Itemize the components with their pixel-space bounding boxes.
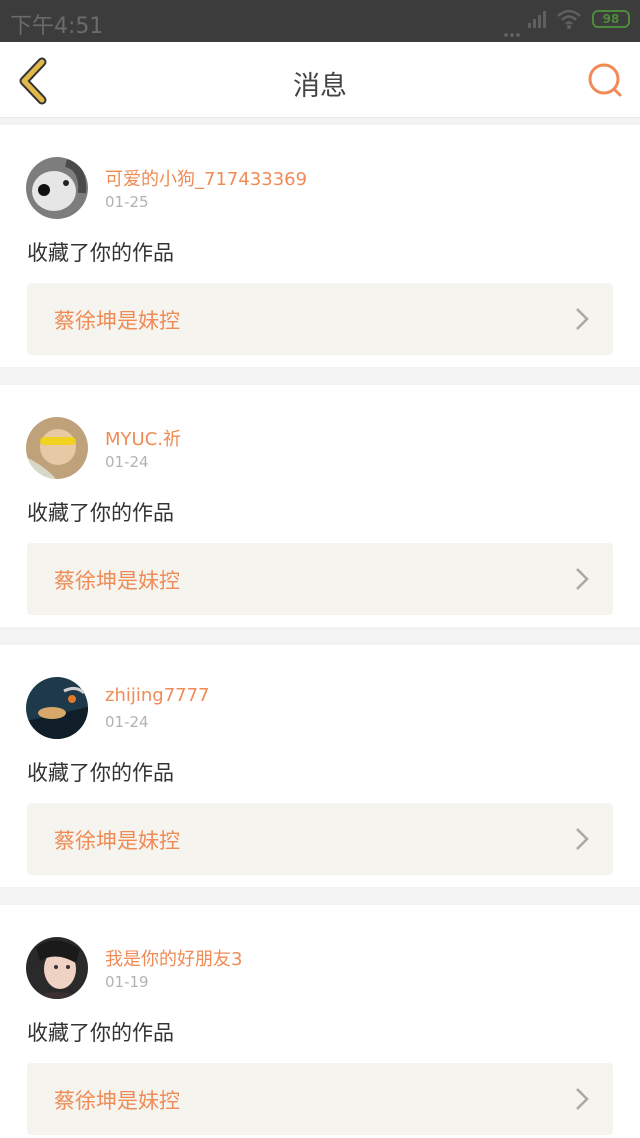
work-title: 蔡徐坤是妹控 bbox=[54, 309, 180, 333]
avatar[interactable] bbox=[26, 677, 88, 739]
chevron-right-icon bbox=[576, 308, 589, 330]
chevron-right-icon bbox=[576, 1088, 589, 1110]
message-date: 01-19 bbox=[105, 973, 149, 991]
work-title: 蔡徐坤是妹控 bbox=[54, 1089, 180, 1113]
search-icon bbox=[588, 63, 622, 97]
nav-bar: 消息 bbox=[0, 42, 640, 118]
action-text: 收藏了你的作品 bbox=[27, 1021, 174, 1045]
work-link[interactable]: 蔡徐坤是妹控 bbox=[27, 283, 613, 355]
message-card[interactable]: 我是你的好朋友3 01-19 收藏了你的作品 蔡徐坤是妹控 bbox=[0, 905, 640, 1138]
message-date: 01-24 bbox=[105, 713, 149, 731]
status-time: 下午4:51 bbox=[10, 14, 104, 39]
message-date: 01-24 bbox=[105, 453, 149, 471]
username[interactable]: zhijing7777 bbox=[105, 685, 210, 706]
username[interactable]: 我是你的好朋友3 bbox=[105, 945, 242, 971]
status-icons: 98 bbox=[490, 9, 630, 37]
battery-icon: 98 bbox=[592, 10, 630, 28]
avatar[interactable] bbox=[26, 937, 88, 999]
signal-bars-icon bbox=[528, 10, 546, 28]
message-date: 01-25 bbox=[105, 193, 149, 211]
action-text: 收藏了你的作品 bbox=[27, 761, 174, 785]
avatar[interactable] bbox=[26, 417, 88, 479]
message-card[interactable]: MYUC.祈 01-24 收藏了你的作品 蔡徐坤是妹控 bbox=[0, 385, 640, 627]
chevron-right-icon bbox=[576, 568, 589, 590]
work-link[interactable]: 蔡徐坤是妹控 bbox=[27, 1063, 613, 1135]
work-title: 蔡徐坤是妹控 bbox=[54, 569, 180, 593]
work-link[interactable]: 蔡徐坤是妹控 bbox=[27, 803, 613, 875]
username[interactable]: MYUC.祈 bbox=[105, 425, 181, 451]
username[interactable]: 可爱的小狗_717433369 bbox=[105, 165, 307, 191]
chevron-right-icon bbox=[576, 828, 589, 850]
page-title: 消息 bbox=[293, 71, 347, 102]
avatar[interactable] bbox=[26, 157, 88, 219]
work-link[interactable]: 蔡徐坤是妹控 bbox=[27, 543, 613, 615]
message-card[interactable]: 可爱的小狗_717433369 01-25 收藏了你的作品 蔡徐坤是妹控 bbox=[0, 125, 640, 367]
signal-dots-icon bbox=[504, 22, 524, 37]
wifi-icon bbox=[557, 9, 581, 29]
action-text: 收藏了你的作品 bbox=[27, 241, 174, 265]
search-button[interactable] bbox=[586, 60, 626, 100]
work-title: 蔡徐坤是妹控 bbox=[54, 829, 180, 853]
action-text: 收藏了你的作品 bbox=[27, 501, 174, 525]
message-card[interactable]: zhijing7777 01-24 收藏了你的作品 蔡徐坤是妹控 bbox=[0, 645, 640, 887]
status-bar: 下午4:51 98 bbox=[0, 0, 640, 42]
